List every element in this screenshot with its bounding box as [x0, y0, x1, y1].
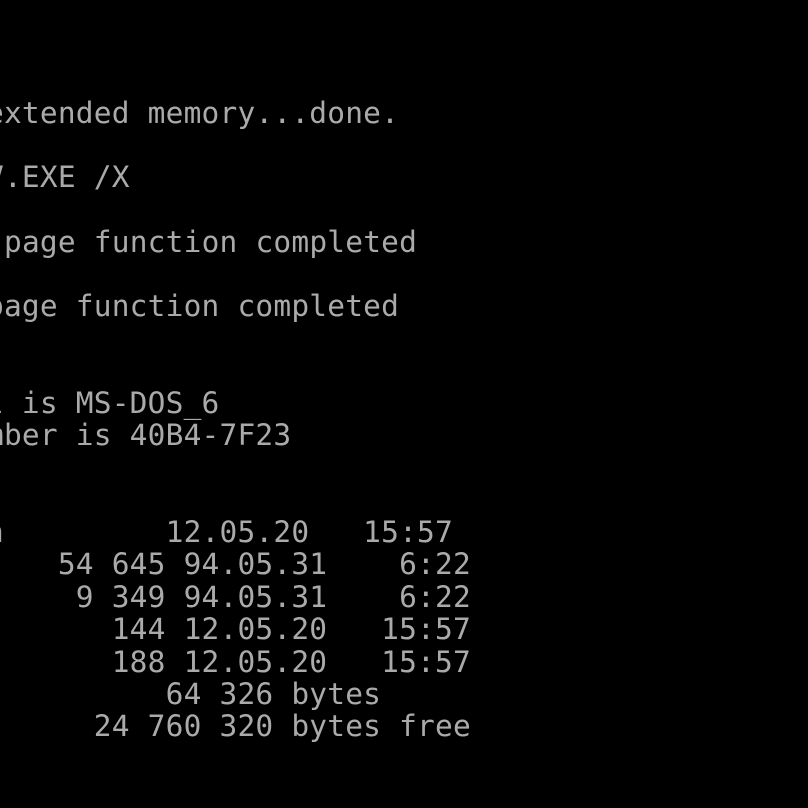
total-bytes-line: 64 326 bytes	[0, 677, 382, 711]
file-row: n 12.05.20 15:57	[0, 515, 453, 549]
free-bytes-line: 24 760 320 bytes free	[0, 709, 471, 743]
volume-label-line: l is MS-DOS_6	[0, 386, 220, 420]
dos-terminal-screen: extended memory...done. V.EXE /X page fu…	[0, 0, 808, 808]
function-status-line-1: page function completed	[4, 225, 418, 259]
file-row: 144 12.05.20 15:57	[0, 612, 471, 646]
himem-status-line: extended memory...done.	[0, 96, 400, 130]
file-row: 54 645 94.05.31 6:22	[0, 547, 471, 581]
file-row: 9 349 94.05.31 6:22	[0, 580, 471, 614]
function-status-line-2: page function completed	[0, 289, 400, 323]
command-line: V.EXE /X	[0, 160, 130, 194]
file-row: 188 12.05.20 15:57	[0, 645, 471, 679]
volume-serial-line: mber is 40B4-7F23	[0, 418, 292, 452]
